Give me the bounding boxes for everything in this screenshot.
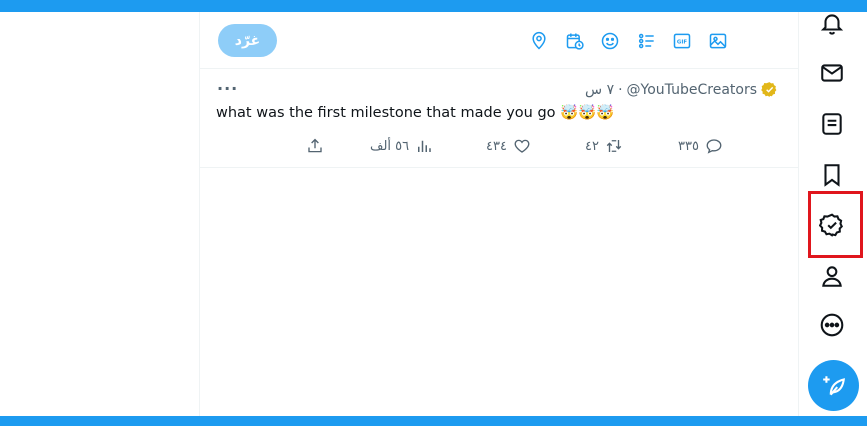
timeline-column: غرّد GIF ··· ٧ س · @YouTubeCreators what… <box>199 12 799 416</box>
schedule-icon[interactable] <box>564 30 586 52</box>
highlight-box <box>808 191 863 258</box>
poll-icon[interactable] <box>636 30 658 52</box>
views-chart-icon <box>418 140 431 152</box>
retweet-count: ٤٢ <box>585 138 599 154</box>
reply-icon <box>706 139 722 154</box>
reply-count: ٣٣٥ <box>678 138 699 154</box>
views-count: ٥٦ ألف <box>370 138 410 154</box>
heart-icon <box>514 139 530 153</box>
reply-button[interactable]: غرّد <box>218 24 277 57</box>
tweet[interactable]: ··· ٧ س · @YouTubeCreators what was the … <box>200 69 798 168</box>
more-options-icon[interactable]: ··· <box>217 79 238 98</box>
tweet-header: ٧ س · @YouTubeCreators <box>585 81 778 98</box>
window-top-border <box>0 0 867 12</box>
bookmarks-icon[interactable] <box>818 161 846 189</box>
emoji-icon[interactable] <box>599 30 621 52</box>
tweet-time[interactable]: ٧ س <box>585 82 614 98</box>
gif-icon[interactable]: GIF <box>671 30 693 52</box>
like-action[interactable]: ٤٣٤ <box>486 137 531 155</box>
compose-tweet-button[interactable] <box>808 360 859 411</box>
views-action[interactable]: ٥٦ ألف <box>370 137 433 155</box>
svg-text:GIF: GIF <box>677 40 687 46</box>
share-icon <box>308 138 322 153</box>
notifications-icon[interactable] <box>818 9 846 37</box>
tweet-handle[interactable]: @YouTubeCreators <box>627 82 757 98</box>
left-empty-area <box>0 12 199 416</box>
compose-icon <box>822 375 845 395</box>
location-icon[interactable] <box>528 30 550 52</box>
retweet-icon <box>606 140 622 152</box>
share-action[interactable] <box>306 137 324 155</box>
profile-icon[interactable] <box>818 262 846 290</box>
reply-action[interactable]: ٣٣٥ <box>678 137 723 155</box>
more-icon[interactable] <box>818 311 846 339</box>
reply-composer: غرّد GIF <box>200 12 798 69</box>
window-bottom-border <box>0 416 867 426</box>
lists-icon[interactable] <box>818 110 846 138</box>
tweet-separator: · <box>618 81 623 98</box>
verified-badge-icon <box>761 82 777 97</box>
tweet-text: what was the first milestone that made y… <box>216 105 615 121</box>
image-icon[interactable] <box>707 30 729 52</box>
messages-icon[interactable] <box>818 59 846 87</box>
retweet-action[interactable]: ٤٢ <box>585 137 623 155</box>
like-count: ٤٣٤ <box>486 138 507 154</box>
